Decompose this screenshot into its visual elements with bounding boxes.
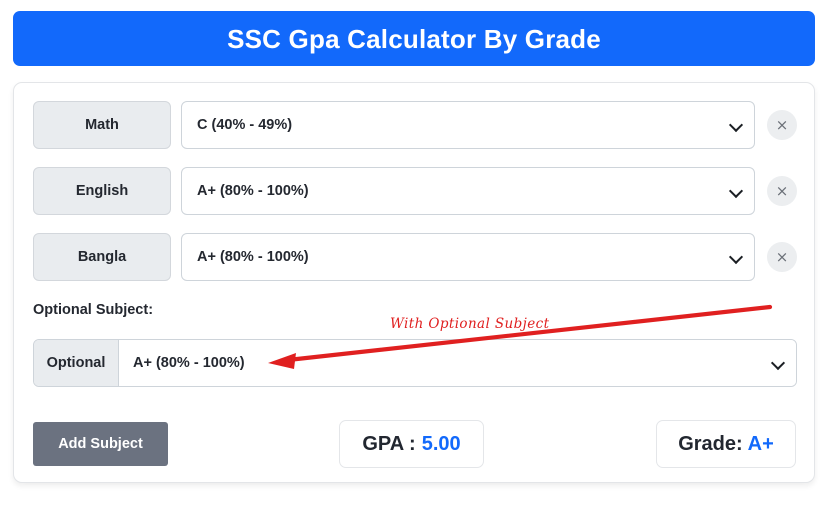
grade-select-bangla-value: A+ (80% - 100%): [197, 249, 309, 265]
remove-subject-button-bangla[interactable]: ×: [767, 242, 797, 272]
optional-tag: Optional: [34, 340, 119, 386]
chevron-down-icon: [730, 251, 742, 263]
chevron-down-icon: [730, 119, 742, 131]
calculator-card: Math C (40% - 49%) × English A+ (80% - 1…: [13, 82, 815, 483]
gpa-result-value: 5.00: [421, 432, 461, 455]
optional-subject-label: Optional Subject:: [33, 302, 154, 318]
grade-result-value: A+: [747, 432, 774, 455]
grade-select-optional[interactable]: A+ (80% - 100%): [119, 340, 796, 386]
subject-name-math: Math: [33, 101, 171, 149]
grade-select-math-value: C (40% - 49%): [197, 117, 293, 133]
grade-select-bangla[interactable]: A+ (80% - 100%): [181, 233, 755, 281]
chevron-down-icon: [772, 357, 784, 369]
remove-subject-button-math[interactable]: ×: [767, 110, 797, 140]
close-icon: ×: [775, 247, 789, 266]
gpa-result-box: GPA : 5.00: [339, 420, 484, 468]
page-header-banner: SSC Gpa Calculator By Grade: [13, 11, 815, 66]
subject-name-english: English: [33, 167, 171, 215]
gpa-result-label: GPA :: [362, 432, 416, 455]
close-icon: ×: [775, 115, 789, 134]
page-title: SSC Gpa Calculator By Grade: [227, 23, 601, 54]
gpa-calculator-page: SSC Gpa Calculator By Grade Math C (40% …: [0, 0, 828, 506]
grade-select-english-value: A+ (80% - 100%): [197, 183, 309, 199]
grade-result-box: Grade: A+: [656, 420, 796, 468]
chevron-down-icon: [730, 185, 742, 197]
remove-subject-button-english[interactable]: ×: [767, 176, 797, 206]
grade-select-english[interactable]: A+ (80% - 100%): [181, 167, 755, 215]
subject-row: Bangla A+ (80% - 100%) ×: [33, 233, 797, 281]
grade-select-math[interactable]: C (40% - 49%): [181, 101, 755, 149]
subject-name-bangla: Bangla: [33, 233, 171, 281]
subject-row: English A+ (80% - 100%) ×: [33, 167, 797, 215]
grade-result-label: Grade:: [678, 432, 743, 455]
close-icon: ×: [775, 181, 789, 200]
grade-select-optional-value: A+ (80% - 100%): [133, 355, 245, 371]
optional-subject-group: Optional A+ (80% - 100%): [33, 339, 797, 387]
subject-row: Math C (40% - 49%) ×: [33, 101, 797, 149]
add-subject-button[interactable]: Add Subject: [33, 422, 168, 466]
